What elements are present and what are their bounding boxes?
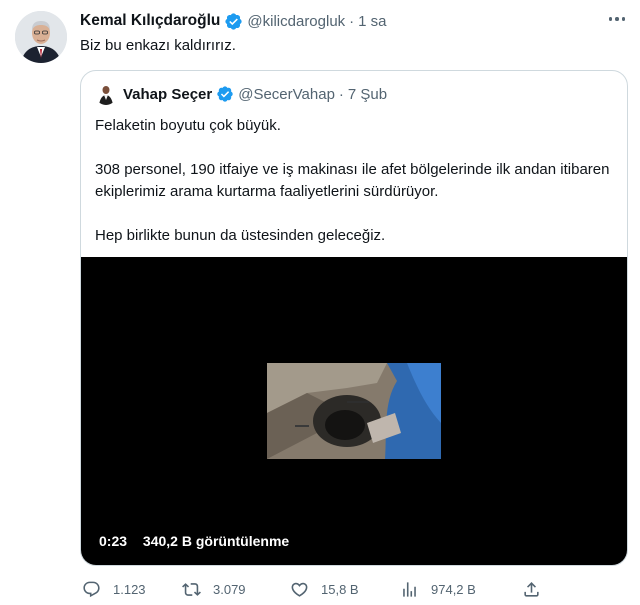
video-thumbnail[interactable] [267,363,441,459]
share-button[interactable] [522,578,541,600]
quoted-tweet-text: Felaketin boyutu çok büyük. 308 personel… [95,115,620,269]
quoted-paragraph-text: 308 personel, 190 itfaiye ve iş makinası… [95,161,610,200]
retweet-button[interactable]: 3.079 [182,578,246,600]
quoted-author-name[interactable]: Vahap Seçer [123,86,212,103]
video-duration: 0:23 [99,533,128,549]
quoted-paragraph: Felaketin boyutu çok büyük. [95,117,281,134]
more-icon[interactable] [604,8,630,30]
quoted-tweet-header: Vahap Seçer @SecerVahap · 7 Şub [95,83,387,105]
verified-badge-icon[interactable] [224,12,243,31]
retweet-icon [182,580,201,599]
share-icon [522,580,541,599]
author-avatar[interactable] [15,11,67,63]
quoted-author-handle[interactable]: @SecerVahap [238,86,335,103]
tweet-time[interactable]: 1 sa [358,13,386,30]
tweet-actions: 1.123 3.079 15,8 B 974,2 B [80,578,630,600]
like-button[interactable]: 15,8 B [290,578,359,600]
author-handle[interactable]: @kilicdarogluk [247,13,345,30]
tweet-text: Biz bu enkazı kaldırırız. [80,37,236,54]
analytics-icon [400,580,419,599]
tweet-header: Kemal Kılıçdaroğlu @kilicdarogluk · 1 sa [80,10,387,32]
quoted-tweet[interactable]: Vahap Seçer @SecerVahap · 7 Şub Felaketi… [80,70,628,566]
like-count: 15,8 B [321,581,359,597]
reply-icon [82,580,101,599]
verified-badge-icon[interactable] [216,85,234,103]
video-views: 340,2 B görüntülenme [142,533,290,549]
quoted-author-avatar[interactable] [95,83,117,105]
views-count: 974,2 B [431,581,476,597]
separator-dot: · [338,85,344,103]
reply-button[interactable]: 1.123 [82,578,146,600]
video-info: 0:23 340,2 B görüntülenme [99,533,289,549]
separator-dot: · [349,12,355,30]
tweet[interactable]: Kemal Kılıçdaroğlu @kilicdarogluk · 1 sa… [0,0,640,605]
heart-icon [290,580,309,599]
retweet-count: 3.079 [213,581,246,597]
video-player[interactable]: 0:23 340,2 B görüntülenme [81,257,627,565]
quoted-tweet-time[interactable]: 7 Şub [348,86,387,103]
quoted-paragraph: 308 personel, 190 itfaiye ve iş makinası… [95,159,620,203]
author-name[interactable]: Kemal Kılıçdaroğlu [80,12,220,30]
reply-count: 1.123 [113,581,146,597]
views-button[interactable]: 974,2 B [400,578,476,600]
quoted-paragraph: Hep birlikte bunun da üstesinden geleceğ… [95,227,386,244]
